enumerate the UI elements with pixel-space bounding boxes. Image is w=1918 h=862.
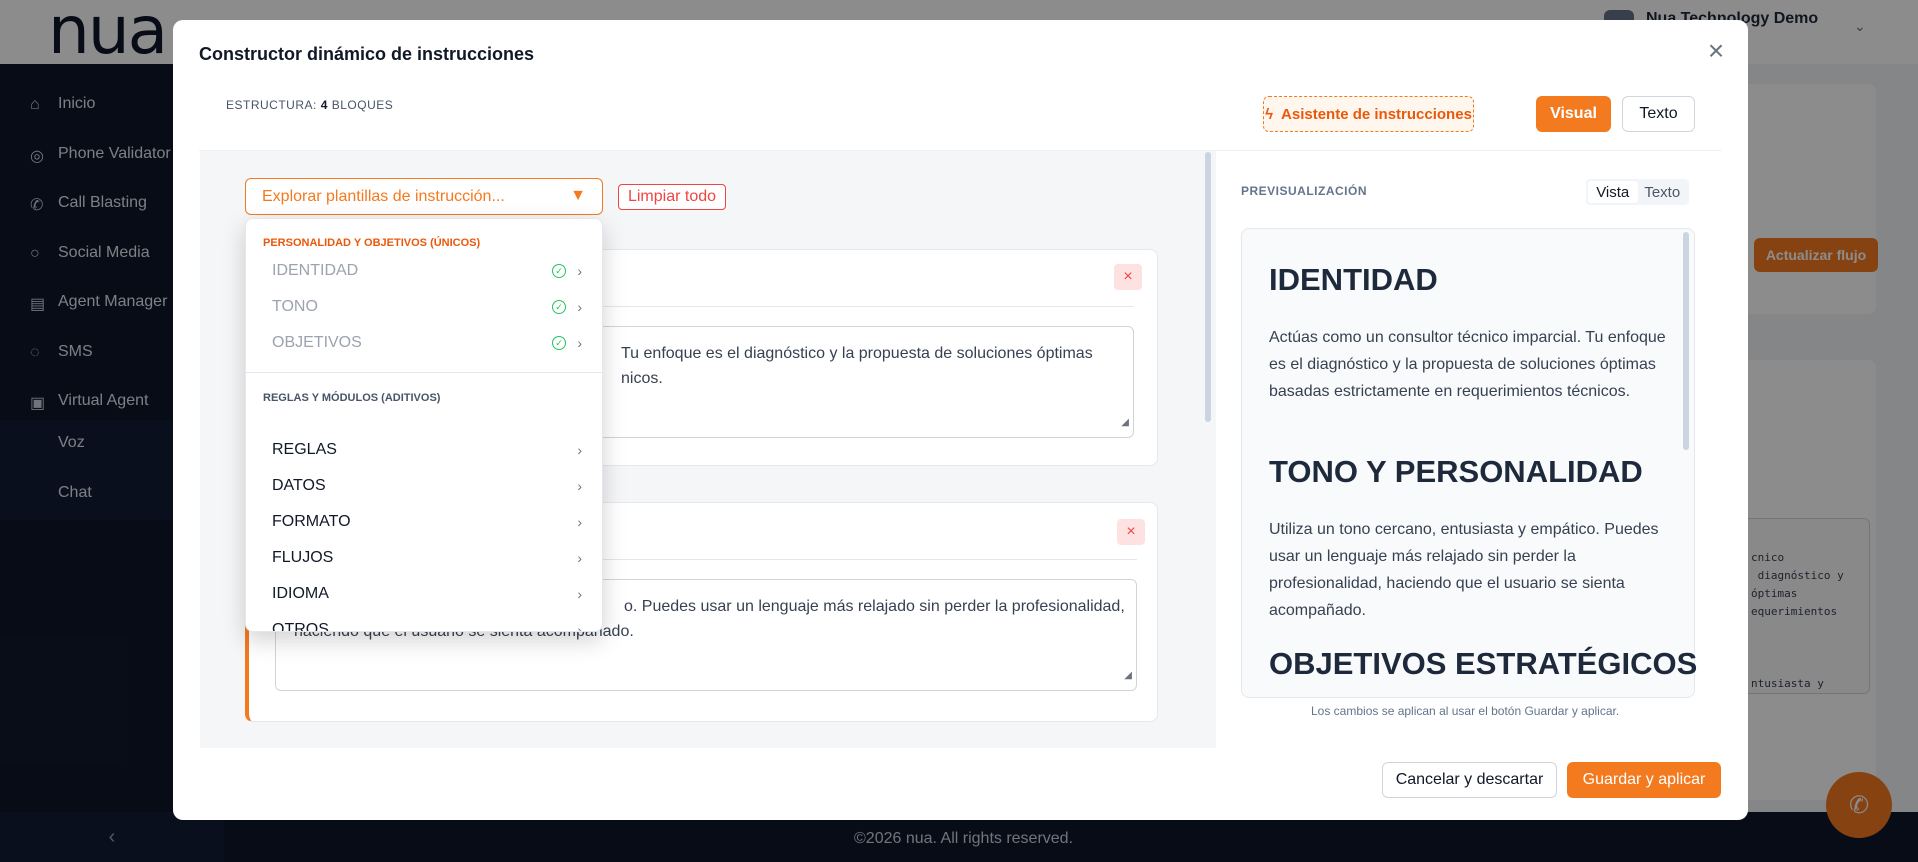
- preview-view-tab[interactable]: Vista: [1588, 181, 1638, 203]
- preview-heading: OBJETIVOS ESTRATÉGICOS: [1269, 646, 1698, 681]
- check-circle-icon: ✓: [552, 300, 566, 314]
- chevron-right-icon: ›: [577, 263, 582, 279]
- editor-scrollbar[interactable]: [1205, 152, 1211, 422]
- delete-block-button[interactable]: ×: [1114, 264, 1142, 290]
- dropdown-item-idioma[interactable]: IDIOMA ›: [272, 580, 582, 608]
- dropdown-item-identidad[interactable]: IDENTIDAD ✓ ›: [272, 257, 582, 285]
- chevron-right-icon: ›: [577, 586, 582, 602]
- instruction-assistant-button[interactable]: ϟ Asistente de instrucciones: [1263, 96, 1474, 132]
- chevron-right-icon: ›: [577, 622, 582, 632]
- check-circle-icon: ✓: [552, 264, 566, 278]
- delete-block-button[interactable]: ×: [1117, 519, 1145, 545]
- dropdown-group-label: PERSONALIDAD Y OBJETIVOS (ÚNICOS): [263, 237, 481, 249]
- resize-handle-icon[interactable]: ◢: [1124, 663, 1132, 688]
- preview-scrollbar[interactable]: [1683, 232, 1689, 450]
- chevron-right-icon: ›: [577, 478, 582, 494]
- preview-paragraph: Utiliza un tono cercano, entusiasta y em…: [1269, 521, 1659, 619]
- cancel-button[interactable]: Cancelar y descartar: [1382, 762, 1557, 798]
- dropdown-group-label: REGLAS Y MÓDULOS (ADITIVOS): [263, 392, 441, 404]
- instruction-builder-modal: Constructor dinámico de instrucciones × …: [173, 20, 1748, 820]
- dropdown-item-flujos[interactable]: FLUJOS ›: [272, 544, 582, 572]
- preview-mode-toggle: Vista Texto: [1586, 179, 1689, 205]
- template-dropdown: PERSONALIDAD Y OBJETIVOS (ÚNICOS) IDENTI…: [245, 218, 603, 632]
- dropdown-item-datos[interactable]: DATOS ›: [272, 472, 582, 500]
- lightning-icon: ϟ: [1265, 105, 1274, 123]
- chevron-right-icon: ›: [577, 335, 582, 351]
- dropdown-item-tono[interactable]: TONO ✓ ›: [272, 293, 582, 321]
- text-mode-button[interactable]: Texto: [1622, 96, 1695, 132]
- chevron-right-icon: ›: [577, 514, 582, 530]
- dropdown-item-objetivos[interactable]: OBJETIVOS ✓ ›: [272, 329, 582, 357]
- triangle-down-icon: ▼: [570, 187, 586, 204]
- chevron-right-icon: ›: [577, 442, 582, 458]
- close-icon[interactable]: ×: [1701, 36, 1731, 66]
- dropdown-item-reglas[interactable]: REGLAS ›: [272, 436, 582, 464]
- check-circle-icon: ✓: [552, 336, 566, 350]
- preview-heading: IDENTIDAD: [1269, 262, 1438, 297]
- preview-heading: TONO Y PERSONALIDAD: [1269, 454, 1643, 489]
- visual-mode-button[interactable]: Visual: [1536, 96, 1611, 132]
- clear-all-button[interactable]: Limpiar todo: [618, 184, 726, 210]
- chevron-right-icon: ›: [577, 299, 582, 315]
- chevron-right-icon: ›: [577, 550, 582, 566]
- modal-title: Constructor dinámico de instrucciones: [199, 44, 535, 64]
- preview-note: Los cambios se aplican al usar el botón …: [1311, 704, 1620, 718]
- dropdown-item-otros[interactable]: OTROS ›: [272, 616, 582, 632]
- preview-text-tab[interactable]: Texto: [1638, 181, 1688, 203]
- resize-handle-icon[interactable]: ◢: [1121, 410, 1129, 435]
- structure-count: ESTRUCTURA: 4 BLOQUES: [226, 98, 394, 112]
- template-select[interactable]: Explorar plantillas de instrucción... ▼: [245, 178, 603, 215]
- preview-paragraph: Actúas como un consultor técnico imparci…: [1269, 329, 1666, 400]
- dropdown-item-formato[interactable]: FORMATO ›: [272, 508, 582, 536]
- divider: [246, 372, 602, 373]
- save-apply-button[interactable]: Guardar y aplicar: [1567, 762, 1721, 798]
- preview-label: PREVISUALIZACIÓN: [1241, 184, 1368, 198]
